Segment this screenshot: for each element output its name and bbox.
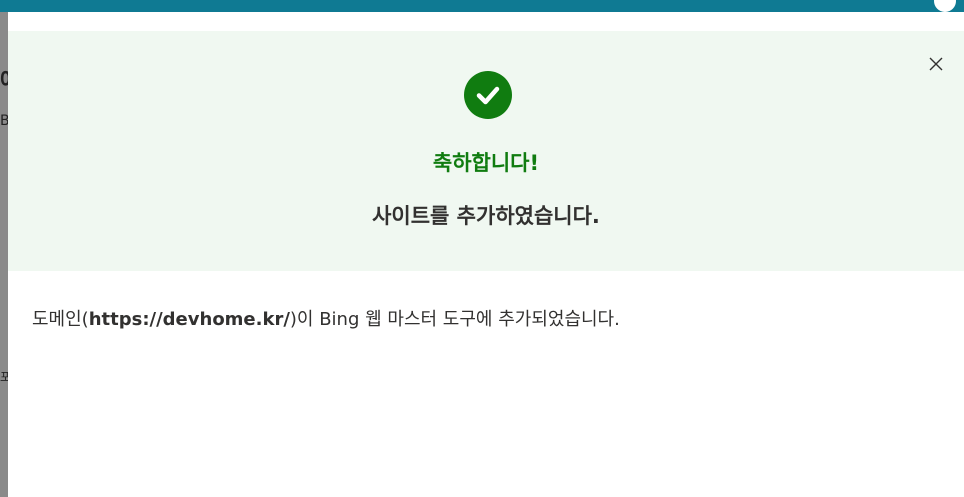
check-circle-icon bbox=[464, 71, 512, 119]
success-panel: 축하합니다! 사이트를 추가하였습니다. bbox=[8, 31, 964, 271]
background-text-fragment: B bbox=[0, 113, 8, 129]
success-message: 도메인(https://devhome.kr/)이 Bing 웹 마스터 도구에… bbox=[32, 305, 932, 331]
app-header-bar bbox=[0, 0, 964, 14]
add-site-success-dialog: 축하합니다! 사이트를 추가하였습니다. 도메인(https://devhome… bbox=[8, 12, 964, 497]
close-button[interactable] bbox=[924, 52, 948, 76]
background-heading-fragment: 에 bbox=[0, 63, 8, 95]
close-icon bbox=[929, 57, 943, 71]
site-domain: https://devhome.kr/ bbox=[88, 309, 290, 330]
success-subtitle: 사이트를 추가하였습니다. bbox=[372, 204, 600, 228]
message-prefix: 도메인( bbox=[32, 309, 89, 330]
message-suffix: )이 Bing 웹 마스터 도구에 추가되었습니다. bbox=[289, 309, 620, 330]
success-title: 축하합니다! bbox=[432, 151, 540, 175]
background-text-fragment: 포 bbox=[0, 370, 8, 384]
